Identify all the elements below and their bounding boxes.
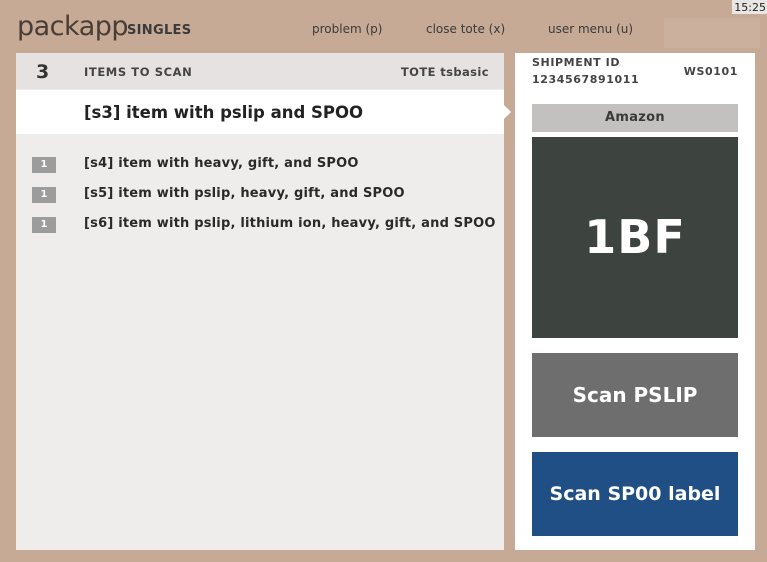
scan-pslip-button[interactable]: Scan PSLIP [532, 353, 738, 437]
item-label: [s5] item with pslip, heavy, gift, and S… [84, 186, 405, 201]
mode-label: SINGLES [127, 23, 192, 38]
item-label: [s4] item with heavy, gift, and SPOO [84, 156, 359, 171]
logo-text-app: app [78, 11, 129, 42]
scan-spoo-label-button[interactable]: Scan SP00 label [532, 452, 738, 536]
scan-list-header: 3 ITEMS TO SCAN TOTE tsbasic [16, 53, 504, 89]
shipment-id-label: SHIPMENT ID [532, 56, 621, 69]
user-menu-link[interactable]: user menu (u) [548, 22, 633, 36]
scan-list-panel: 3 ITEMS TO SCAN TOTE tsbasic [s3] item w… [16, 53, 511, 550]
problem-menu-link[interactable]: problem (p) [312, 22, 382, 36]
item-label: [s6] item with pslip, lithium ion, heavy… [84, 216, 496, 231]
quantity-badge: 1 [32, 157, 56, 173]
close-tote-link[interactable]: close tote (x) [426, 22, 505, 36]
quantity-badge: 1 [32, 187, 56, 203]
box-code-tile: 1BF [532, 137, 738, 338]
shipment-panel: SHIPMENT ID 1234567891011 WS0101 Amazon … [515, 53, 755, 550]
current-item-pointer [504, 105, 511, 119]
shipment-id-value: 1234567891011 [532, 73, 640, 86]
items-to-scan-title: ITEMS TO SCAN [84, 65, 193, 79]
workstation-id: WS0101 [683, 65, 738, 78]
current-item: [s3] item with pslip and SPOO [16, 90, 511, 134]
items-count: 3 [36, 61, 50, 83]
header-placeholder-box [664, 18, 760, 48]
top-bar: packapp SINGLES problem (p) close tote (… [0, 0, 767, 52]
list-item: 1 [s5] item with pslip, heavy, gift, and… [16, 184, 504, 206]
logo-text-pack: pack [17, 11, 79, 42]
list-item: 1 [s6] item with pslip, lithium ion, hea… [16, 214, 504, 236]
current-item-label: [s3] item with pslip and SPOO [84, 103, 364, 122]
carrier-badge: Amazon [532, 104, 738, 132]
list-item: 1 [s4] item with heavy, gift, and SPOO [16, 154, 504, 176]
quantity-badge: 1 [32, 217, 56, 233]
tote-label: TOTE tsbasic [400, 65, 489, 79]
app-logo: packapp [17, 11, 129, 42]
